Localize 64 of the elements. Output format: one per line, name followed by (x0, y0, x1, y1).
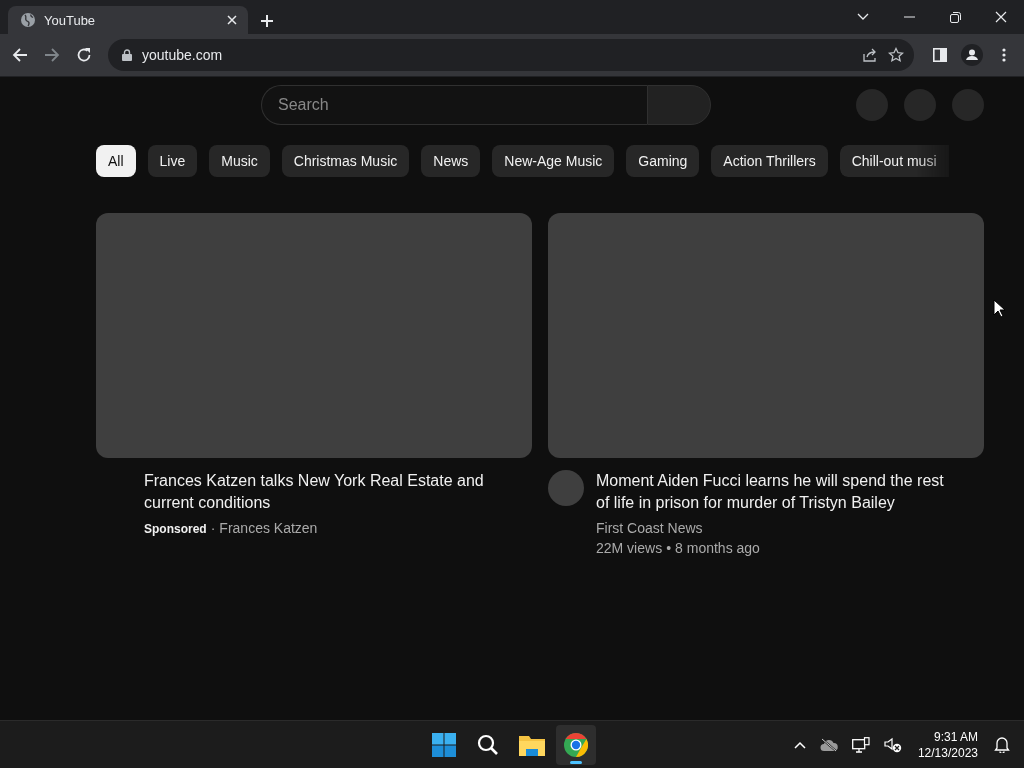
filter-chip[interactable]: Action Thrillers (711, 145, 828, 177)
filter-chip[interactable]: Live (147, 145, 198, 177)
caret-up-icon (793, 740, 806, 749)
filter-chip[interactable]: Chill-out musi (839, 145, 949, 177)
separator-dot: • (666, 540, 672, 556)
video-thumbnail[interactable] (548, 213, 984, 458)
back-arrow-icon (12, 47, 28, 63)
network-button[interactable] (849, 734, 872, 755)
forward-arrow-icon (44, 47, 60, 63)
filter-chip[interactable]: New-Age Music (492, 145, 615, 177)
profile-button[interactable] (958, 41, 986, 69)
browser-taskbar-button[interactable] (556, 724, 596, 765)
placeholder-circle (856, 89, 888, 121)
search-icon (477, 733, 499, 756)
notifications-button[interactable] (992, 734, 1012, 755)
reload-icon (76, 47, 92, 63)
video-title[interactable]: Frances Katzen talks New York Real Estate and current conditions (144, 470, 508, 514)
cloud-button[interactable] (817, 735, 840, 754)
filter-chip[interactable]: Music (209, 145, 270, 177)
clock[interactable]: 9:31 AM 12/13/2023 (913, 728, 982, 761)
channel-name[interactable]: Frances Katzen (219, 520, 318, 536)
filter-chip[interactable]: Christmas Music (281, 145, 410, 177)
folder-icon (519, 733, 545, 756)
star-icon[interactable] (888, 47, 904, 63)
close-icon (995, 11, 1007, 23)
sponsored-label: Sponsored (144, 522, 207, 536)
clock-date: 12/13/2023 (917, 744, 978, 761)
speaker-muted-icon (883, 736, 902, 753)
globe-icon (20, 12, 36, 28)
separator-dot: · (210, 520, 216, 536)
address-bar[interactable]: youtube.com (108, 39, 914, 71)
video-thumbnail[interactable] (96, 213, 532, 458)
filter-chip[interactable]: News (421, 145, 481, 177)
tab-title: YouTube (44, 12, 97, 28)
video-title[interactable]: Moment Aiden Fucci learns he will spend the rest of life in prison for murder of Tristyn Bailey (596, 470, 960, 514)
plus-icon (260, 14, 274, 28)
person-icon (961, 44, 983, 66)
placeholder-circle (952, 89, 984, 121)
mouse-cursor-icon (993, 299, 1005, 318)
clock-time: 9:31 AM (933, 728, 978, 745)
minimize-icon (903, 16, 915, 18)
more-vertical-icon (1002, 48, 1006, 62)
browser-tab[interactable]: YouTube (8, 6, 248, 34)
side-panel-icon (933, 48, 947, 62)
windows-logo-icon (432, 732, 456, 757)
view-count: 22M views (596, 540, 663, 556)
network-icon (851, 736, 870, 753)
filter-chip[interactable]: Gaming (626, 145, 700, 177)
url-text: youtube.com (142, 47, 223, 63)
chevron-down-icon (857, 13, 869, 21)
cloud-off-icon (819, 737, 838, 752)
bell-icon (994, 736, 1010, 753)
close-tab-button[interactable] (226, 14, 238, 26)
placeholder-circle (904, 89, 936, 121)
restore-icon (949, 11, 961, 23)
search-field[interactable]: Search (261, 85, 647, 125)
channel-name[interactable]: First Coast News (596, 518, 984, 538)
upload-age: 8 months ago (675, 540, 760, 556)
chrome-logo-icon (564, 732, 588, 757)
share-icon[interactable] (862, 47, 878, 63)
close-icon (226, 14, 238, 26)
new-tab-button[interactable] (260, 14, 274, 28)
lock-icon (122, 49, 132, 61)
filter-chip[interactable]: All (96, 145, 136, 177)
